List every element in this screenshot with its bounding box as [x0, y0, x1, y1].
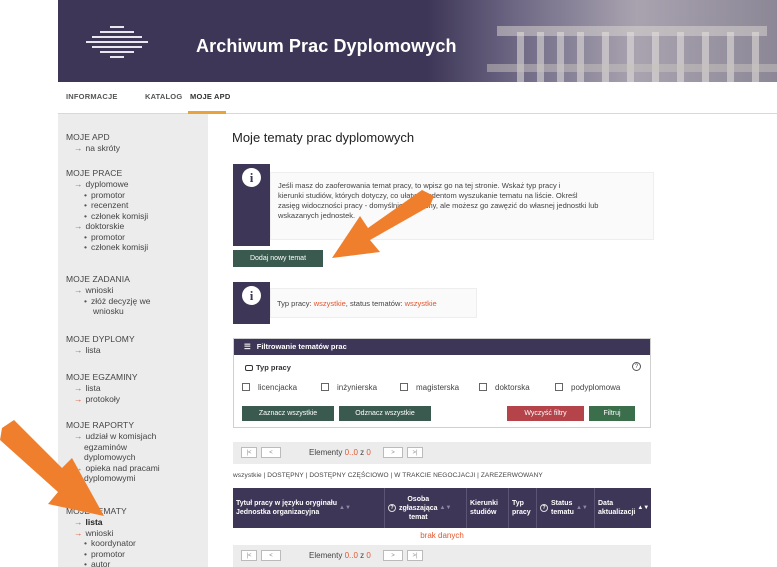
tab-moje-apd[interactable]: MOJE APD	[190, 92, 231, 101]
sidebar-subitem-recenzent[interactable]: • recenzent	[66, 200, 148, 211]
prev-page-button[interactable]: <	[261, 447, 281, 458]
sidebar-heading[interactable]: MOJE ZADANIA	[66, 274, 151, 285]
tab-informacje[interactable]: INFORMACJE	[66, 92, 118, 101]
first-page-button[interactable]: |<	[241, 447, 257, 458]
column-work-type[interactable]: Typ pracy	[509, 488, 537, 528]
filter-panel-header[interactable]: ☰ Filtrowanie tematów prac	[234, 339, 650, 355]
info-panel-filters: i Typ pracy: wszystkie, status tematów: …	[233, 282, 477, 324]
sidebar-heading[interactable]: MOJE PRACE	[66, 168, 148, 179]
annotation-arrow-icon	[0, 420, 104, 516]
checkbox-podyplomowa[interactable]: podyplomowa	[555, 383, 620, 392]
sidebar-heading[interactable]: MOJE EGZAMINY	[66, 372, 138, 383]
info-text-intro: Jeśli masz do zaoferowania temat pracy, …	[270, 172, 654, 240]
info-icon: i	[242, 168, 261, 187]
sidebar-item-na-skroty[interactable]: → na skróty	[66, 143, 120, 154]
prev-page-button[interactable]: <	[261, 550, 281, 561]
sidebar-subitem-promotor[interactable]: • promotor	[66, 232, 148, 243]
table-empty-message: brak danych	[420, 531, 464, 540]
sidebar-item-lista[interactable]: → lista	[66, 345, 135, 356]
checkbox-inzynierska[interactable]: inżynierska	[321, 383, 377, 392]
pagination-bottom: |< < Elementy 0..0 z 0 > >|	[233, 545, 651, 567]
sidebar-item-wnioski[interactable]: → wnioski	[66, 528, 136, 539]
sidebar-subitem-koordynator[interactable]: • koordynator	[66, 538, 136, 549]
last-page-button[interactable]: >|	[407, 447, 423, 458]
sidebar-section-moje-dyplomy: MOJE DYPLOMY → lista	[66, 334, 135, 356]
deselect-all-button[interactable]: Odznacz wszystkie	[339, 406, 431, 421]
checkbox-doktorska[interactable]: doktorska	[479, 383, 530, 392]
sidebar-item-protokoly[interactable]: → protokoły	[66, 394, 138, 405]
sidebar-heading[interactable]: MOJE APD	[66, 132, 120, 143]
sidebar-section-moje-zadania: MOJE ZADANIA → wnioski • złóż decyzję we w…	[66, 274, 151, 317]
work-type-label: Typ pracy	[245, 363, 291, 372]
select-all-button[interactable]: Zaznacz wszystkie	[242, 406, 334, 421]
next-page-button[interactable]: >	[383, 447, 403, 458]
sidebar-section-moje-prace: MOJE PRACE → dyplomowe • promotor • recenze…	[66, 168, 148, 253]
sidebar-section-moje-apd: MOJE APD → na skróty	[66, 132, 120, 154]
sidebar-subitem-promotor[interactable]: • promotor	[66, 549, 136, 560]
status-filter-link[interactable]: wszystkie	[405, 299, 437, 308]
last-page-button[interactable]: >|	[407, 550, 423, 561]
sidebar-subitem-czlonek-komisji[interactable]: • członek komisji	[66, 211, 148, 222]
help-icon[interactable]: ?	[632, 362, 641, 371]
current-filter-summary: Typ pracy: wszystkie, status tematów: ws…	[270, 288, 477, 318]
column-status[interactable]: ? Status tematu ▲▼	[537, 488, 595, 528]
header-banner: Archiwum Prac Dyplomowych	[58, 0, 777, 82]
pagination-top: |< < Elementy 0..0 z 0 > >|	[233, 442, 651, 464]
tab-katalog[interactable]: KATALOG	[145, 92, 182, 101]
sidebar-subitem-promotor[interactable]: • promotor	[66, 190, 148, 201]
pagination-label: Elementy 0..0 z 0	[309, 448, 371, 457]
page-title: Moje tematy prac dyplomowych	[232, 130, 415, 145]
column-fields-of-study[interactable]: Kierunki studiów	[467, 488, 509, 528]
app-title[interactable]: Archiwum Prac Dyplomowych	[196, 36, 457, 57]
column-update-date[interactable]: Data aktualizacji ▲▼	[595, 488, 651, 528]
building-photo	[427, 0, 777, 82]
pagination-label: Elementy 0..0 z 0	[309, 551, 371, 560]
tag-icon	[245, 365, 253, 371]
next-page-button[interactable]: >	[383, 550, 403, 561]
sidebar-subitem-continuation[interactable]: wniosku	[66, 306, 151, 317]
table-header: Tytuł pracy w języku oryginału Jednostka …	[233, 488, 651, 528]
info-panel-intro: i Jeśli masz do zaoferowania temat pracy…	[233, 164, 663, 246]
sidebar-heading[interactable]: MOJE DYPLOMY	[66, 334, 135, 345]
apply-filter-button[interactable]: Filtruj	[589, 406, 635, 421]
clear-filters-button[interactable]: Wyczyść filtry	[507, 406, 584, 421]
column-title[interactable]: Tytuł pracy w języku oryginału Jednostka …	[233, 488, 385, 528]
column-submitter[interactable]: ? Osoba zgłaszająca temat ▲▼	[385, 488, 467, 528]
status-filter-links[interactable]: wszystkie | DOSTĘPNY | DOSTĘPNY CZĘŚCIOW…	[233, 472, 543, 479]
sidebar-item-wnioski[interactable]: → wnioski	[66, 285, 151, 296]
sidebar-subitem-zloz-decyzje[interactable]: • złóż decyzję we	[66, 296, 151, 307]
annotation-arrow-icon	[332, 190, 434, 258]
first-page-button[interactable]: |<	[241, 550, 257, 561]
sidebar-item-doktorskie[interactable]: → doktorskie	[66, 221, 148, 232]
sidebar-subitem-czlonek-komisji[interactable]: • członek komisji	[66, 242, 148, 253]
top-navigation: INFORMACJE KATALOG MOJE APD	[58, 82, 777, 114]
sidebar-item-dyplomowe[interactable]: → dyplomowe	[66, 179, 148, 190]
sidebar-item-lista[interactable]: → lista	[66, 383, 138, 394]
sidebar-section-moje-egzaminy: MOJE EGZAMINY → lista → protokoły	[66, 372, 138, 404]
checkbox-magisterska[interactable]: magisterska	[400, 383, 459, 392]
filter-panel: ☰ Filtrowanie tematów prac Typ pracy ? li…	[233, 338, 651, 428]
sidebar-subitem-autor[interactable]: • autor	[66, 559, 136, 567]
checkbox-licencjacka[interactable]: licencjacka	[242, 383, 297, 392]
type-filter-link[interactable]: wszystkie	[314, 299, 346, 308]
add-new-topic-button[interactable]: Dodaj nowy temat	[233, 250, 323, 267]
apd-logo-icon[interactable]	[86, 24, 148, 62]
info-icon: i	[242, 286, 261, 305]
